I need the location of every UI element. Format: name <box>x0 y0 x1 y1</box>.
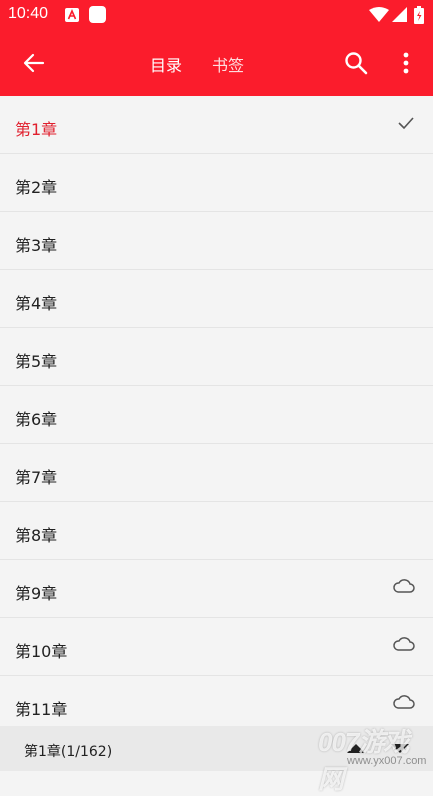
chapter-label: 第2章 <box>15 178 58 197</box>
chapter-label: 第7章 <box>15 468 58 487</box>
chapter-label: 第1章 <box>15 120 58 139</box>
chapter-row-2[interactable]: 第2章 <box>0 154 433 212</box>
back-button[interactable] <box>14 44 54 82</box>
watermark-url: www.yx007.com <box>347 755 427 767</box>
chapter-label: 第6章 <box>15 410 58 429</box>
more-options-button[interactable] <box>392 47 420 79</box>
more-vertical-icon <box>403 52 409 74</box>
tab-contents[interactable]: 目录 <box>150 52 182 76</box>
signal-icon <box>392 7 407 22</box>
chapter-label: 第5章 <box>15 352 58 371</box>
tab-bookmarks[interactable]: 书签 <box>212 52 244 76</box>
chapter-row-1[interactable]: 第1章 <box>0 96 433 154</box>
chapter-row-6[interactable]: 第6章 <box>0 386 433 444</box>
cloud-icon <box>393 579 415 593</box>
battery-icon <box>414 6 424 24</box>
chapter-label: 第11章 <box>15 700 68 719</box>
top-bar: 10:40 目录 书签 <box>0 0 433 96</box>
cloud-icon <box>393 695 415 709</box>
chapter-row-11[interactable]: 第11章 <box>0 676 433 726</box>
chapter-label: 第4章 <box>15 294 58 313</box>
status-bar: 10:40 <box>0 0 433 30</box>
arrow-left-icon <box>23 53 45 73</box>
chapter-row-4[interactable]: 第4章 <box>0 270 433 328</box>
chapter-label: 第3章 <box>15 236 58 255</box>
chapter-label: 第9章 <box>15 584 58 603</box>
search-button[interactable] <box>340 47 372 79</box>
chapter-label: 第10章 <box>15 642 68 661</box>
checkmark-icon <box>398 117 414 130</box>
cloud-icon <box>393 637 415 651</box>
app-notification-icon <box>89 6 106 23</box>
chapter-list: 第1章 第2章 第3章 第4章 第5章 第6章 第7章 第8章 第9章 第10章… <box>0 96 433 726</box>
chapter-row-7[interactable]: 第7章 <box>0 444 433 502</box>
chapter-row-3[interactable]: 第3章 <box>0 212 433 270</box>
search-icon <box>345 52 368 75</box>
chapter-row-5[interactable]: 第5章 <box>0 328 433 386</box>
wifi-icon <box>369 7 389 22</box>
a-notification-icon <box>65 8 79 22</box>
app-bar: 目录 书签 <box>0 30 433 96</box>
chapter-progress: 第1章(1/162) <box>24 744 113 760</box>
chapter-label: 第8章 <box>15 526 58 545</box>
chapter-row-9[interactable]: 第9章 <box>0 560 433 618</box>
chapter-row-10[interactable]: 第10章 <box>0 618 433 676</box>
status-time: 10:40 <box>8 5 49 22</box>
chapter-row-8[interactable]: 第8章 <box>0 502 433 560</box>
